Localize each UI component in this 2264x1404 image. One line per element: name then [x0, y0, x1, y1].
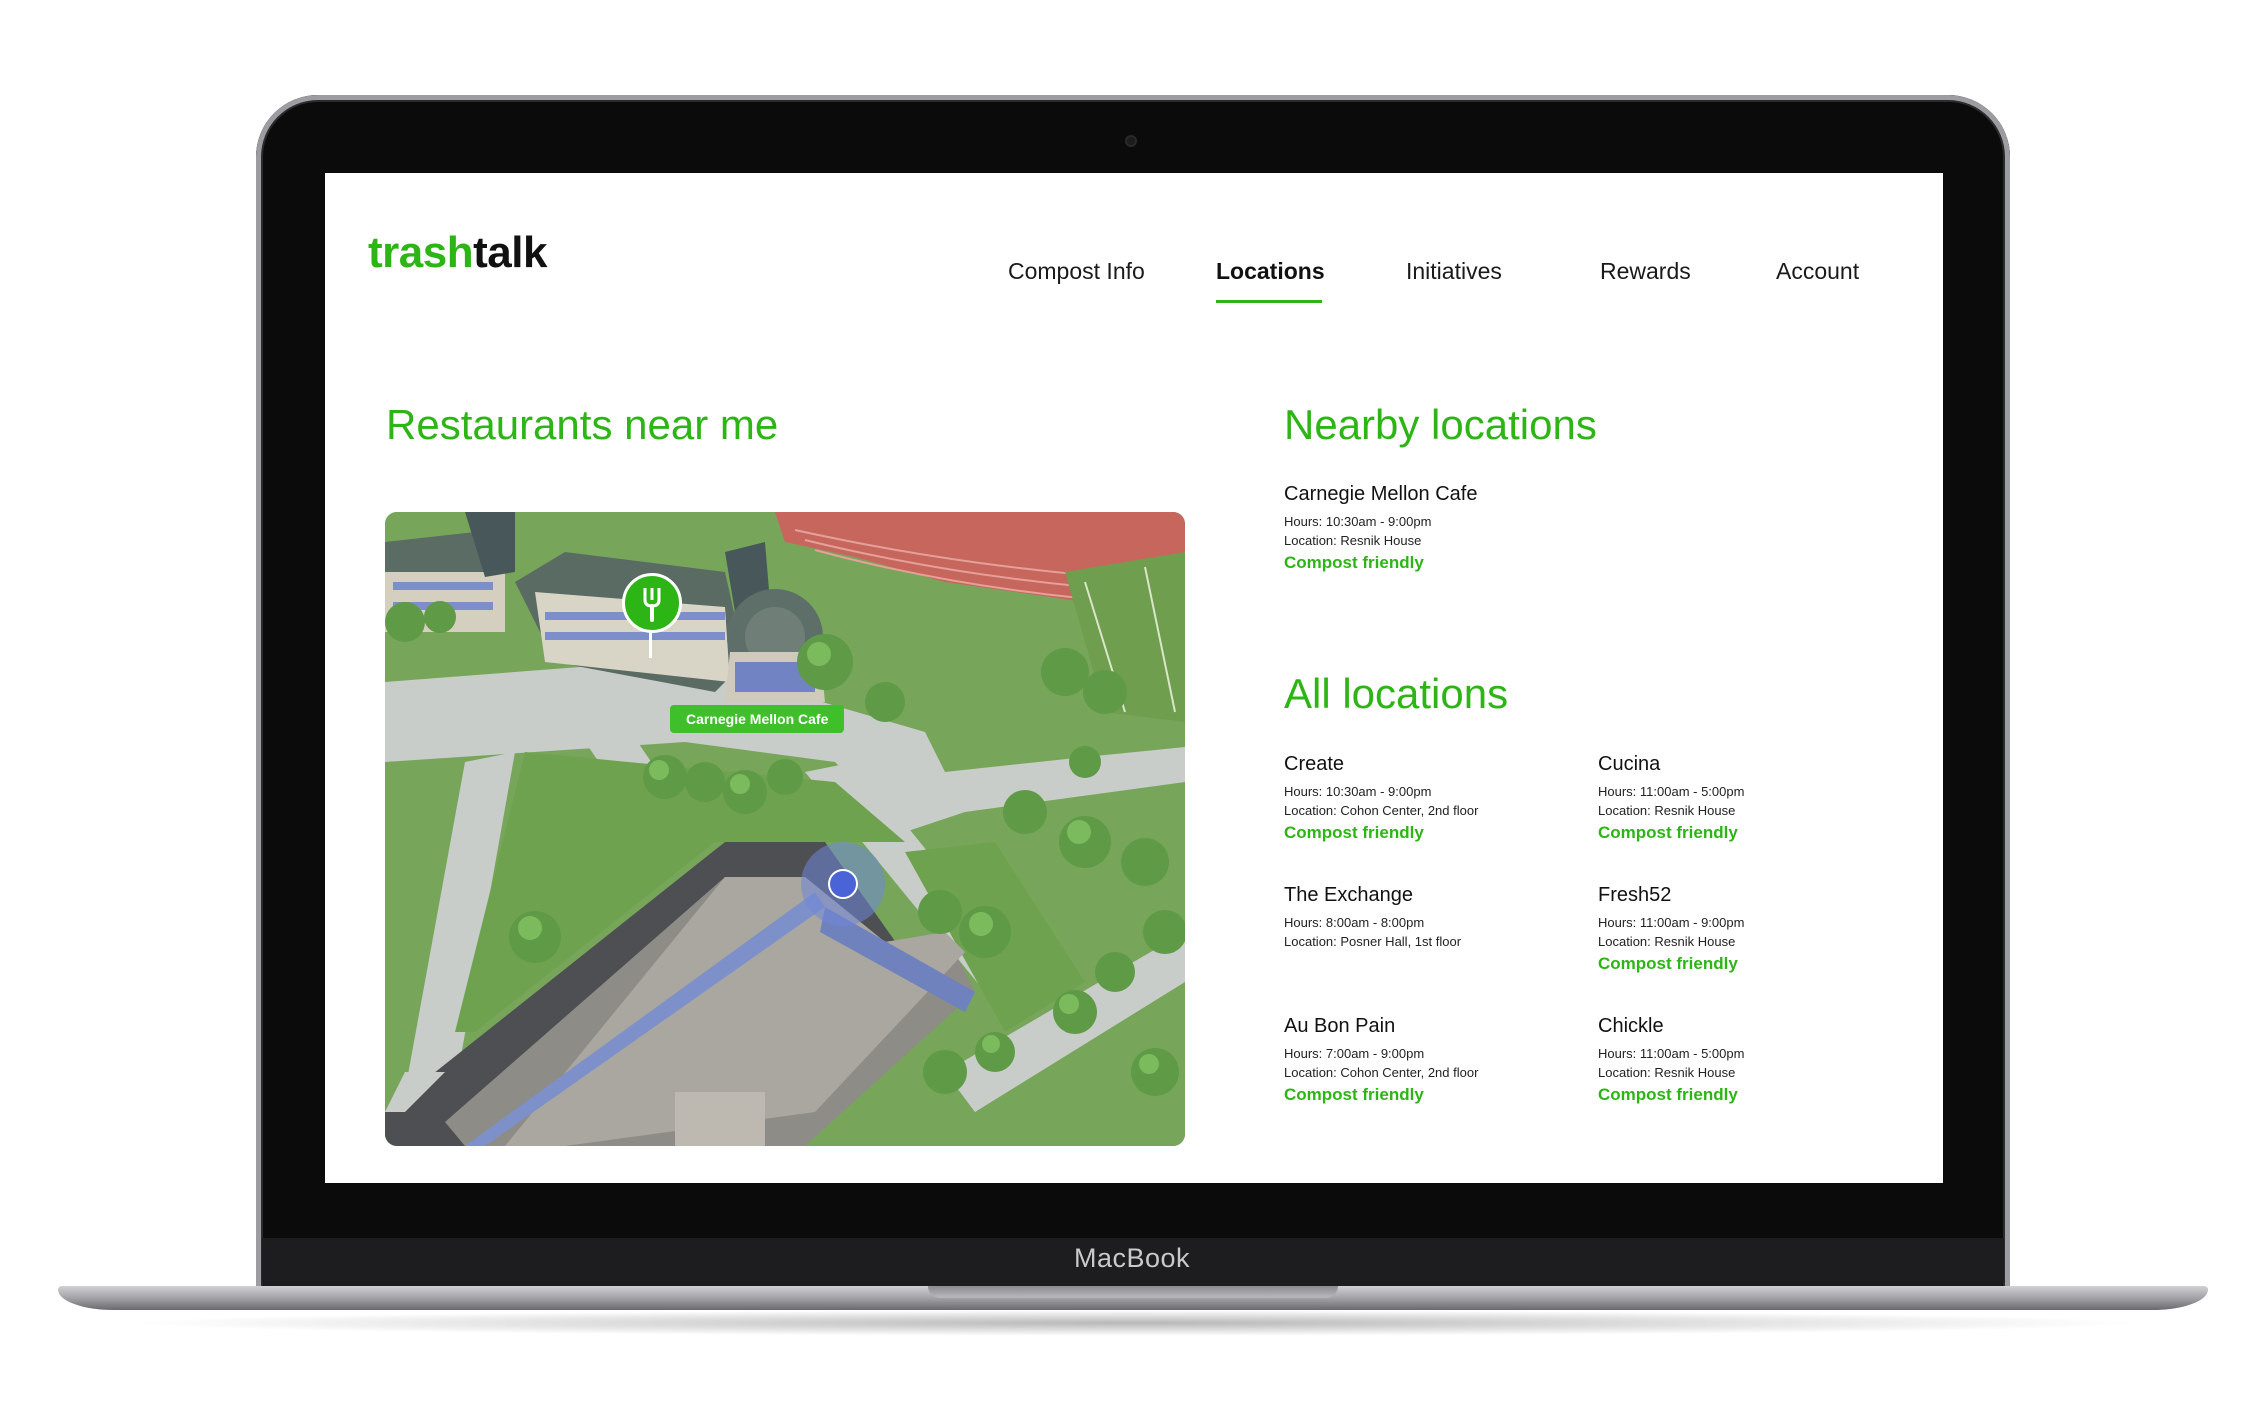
pin-label[interactable]: Carnegie Mellon Cafe — [670, 705, 845, 733]
nav-account[interactable]: Account — [1776, 258, 1859, 285]
list-item[interactable]: Carnegie Mellon Cafe Hours: 10:30am - 9:… — [1284, 483, 1584, 573]
nav-initiatives[interactable]: Initiatives — [1406, 258, 1502, 285]
location-hours: Hours: 10:30am - 9:00pm — [1284, 784, 1432, 799]
location-address: Location: Resnik House — [1598, 803, 1736, 818]
nav-locations[interactable]: Locations — [1216, 258, 1325, 285]
location-hours: Hours: 7:00am - 9:00pm — [1284, 1046, 1425, 1061]
restaurant-pin[interactable] — [620, 573, 684, 658]
app-logo[interactable]: trashtalk — [368, 228, 547, 278]
location-name: Au Bon Pain — [1284, 1015, 1396, 1037]
location-address: Location: Cohon Center, 2nd floor — [1284, 803, 1479, 818]
location-name: Carnegie Mellon Cafe — [1284, 483, 1478, 505]
list-item[interactable]: Cucina Hours: 11:00am - 5:00pm Location:… — [1598, 753, 1898, 843]
compost-friendly-badge: Compost friendly — [1284, 823, 1424, 842]
app-screen: trashtalk Compost Info Locations Initiat… — [325, 173, 1943, 1183]
compost-friendly-badge: Compost friendly — [1284, 1085, 1424, 1104]
location-address: Location: Cohon Center, 2nd floor — [1284, 1065, 1479, 1080]
logo-part-trash: trash — [368, 228, 474, 277]
location-hours: Hours: 10:30am - 9:00pm — [1284, 514, 1432, 529]
location-address: Location: Resnik House — [1598, 934, 1736, 949]
laptop-hinge-notch — [928, 1286, 1338, 1298]
all-locations-heading: All locations — [1284, 670, 1509, 717]
location-name: The Exchange — [1284, 884, 1413, 906]
list-item[interactable]: Chickle Hours: 11:00am - 5:00pm Location… — [1598, 1015, 1898, 1105]
location-name: Chickle — [1598, 1015, 1664, 1037]
nav-compost-info[interactable]: Compost Info — [1008, 258, 1145, 285]
laptop-shadow — [120, 1310, 2150, 1336]
location-hours: Hours: 11:00am - 5:00pm — [1598, 1046, 1745, 1061]
list-item[interactable]: The Exchange Hours: 8:00am - 8:00pm Loca… — [1284, 884, 1584, 951]
location-hours: Hours: 8:00am - 8:00pm — [1284, 915, 1425, 930]
compost-friendly-badge: Compost friendly — [1598, 823, 1738, 842]
camera-icon — [1125, 135, 1137, 147]
logo-part-talk: talk — [473, 228, 547, 277]
location-name: Cucina — [1598, 753, 1661, 775]
location-address: Location: Posner Hall, 1st floor — [1284, 934, 1462, 949]
pin-stem — [649, 630, 652, 658]
list-item[interactable]: Au Bon Pain Hours: 7:00am - 9:00pm Locat… — [1284, 1015, 1584, 1105]
location-address: Location: Resnik House — [1284, 533, 1422, 548]
device-brand-label: MacBook — [1073, 1243, 1191, 1273]
list-item[interactable]: Create Hours: 10:30am - 9:00pm Location:… — [1284, 753, 1584, 843]
location-hours: Hours: 11:00am - 9:00pm — [1598, 915, 1745, 930]
location-name: Fresh52 — [1598, 884, 1672, 906]
location-name: Create — [1284, 753, 1345, 775]
compost-friendly-badge: Compost friendly — [1598, 954, 1738, 973]
compost-friendly-badge: Compost friendly — [1598, 1085, 1738, 1104]
campus-map-illustration — [385, 512, 1185, 1146]
nearby-heading: Nearby locations — [1284, 401, 1597, 448]
fork-icon — [622, 573, 682, 633]
compost-friendly-badge: Compost friendly — [1284, 553, 1424, 572]
restaurants-heading: Restaurants near me — [386, 401, 779, 448]
list-item[interactable]: Fresh52 Hours: 11:00am - 9:00pm Location… — [1598, 884, 1898, 974]
nav-rewards[interactable]: Rewards — [1600, 258, 1691, 285]
nav-active-underline — [1216, 300, 1322, 303]
location-address: Location: Resnik House — [1598, 1065, 1736, 1080]
campus-map[interactable]: Carnegie Mellon Cafe — [385, 512, 1185, 1146]
location-hours: Hours: 11:00am - 5:00pm — [1598, 784, 1745, 799]
